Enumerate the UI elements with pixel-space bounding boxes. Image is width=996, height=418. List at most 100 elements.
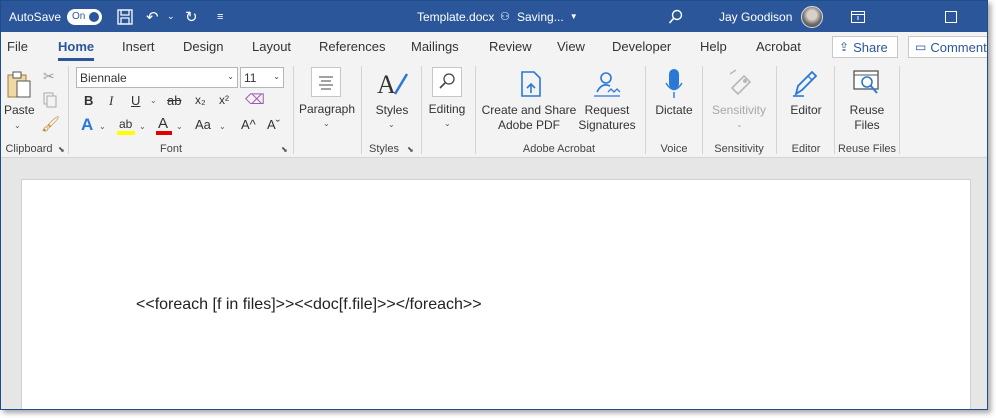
comments-label: Comments <box>930 39 988 55</box>
ribbon-tabs: File Home Insert Design Layout Reference… <box>1 32 987 62</box>
change-case-button[interactable]: Aa <box>195 117 211 132</box>
grow-font-button[interactable]: A^ <box>241 117 256 132</box>
tab-file[interactable]: File <box>7 39 28 54</box>
customize-toolbar-icon[interactable]: ≡ <box>217 1 223 32</box>
tab-references[interactable]: References <box>319 39 385 54</box>
tab-view[interactable]: View <box>557 39 585 54</box>
bold-button[interactable]: B <box>84 93 93 108</box>
divider <box>776 66 777 154</box>
tab-developer[interactable]: Developer <box>612 39 671 54</box>
tab-design[interactable]: Design <box>183 39 223 54</box>
svg-text:A: A <box>377 70 396 98</box>
change-case-dropdown-icon[interactable]: ⌄ <box>219 122 226 131</box>
paste-dropdown-icon[interactable]: ⌄ <box>14 121 21 130</box>
ribbon-display-icon[interactable] <box>851 1 865 32</box>
tab-review[interactable]: Review <box>489 39 532 54</box>
acrobat-group-label: Adobe Acrobat <box>522 143 596 155</box>
text-effects-button[interactable]: A <box>81 115 93 135</box>
status-dropdown-icon[interactable]: ▼ <box>570 12 578 21</box>
shrink-font-button[interactable]: Aˇ <box>267 117 280 132</box>
editing-icon[interactable] <box>432 67 462 97</box>
font-name-dropdown-icon[interactable]: ⌄ <box>227 72 234 81</box>
microphone-icon[interactable] <box>662 68 686 103</box>
request-signatures-line1[interactable]: Request <box>576 103 638 118</box>
save-status: Saving... <box>517 9 564 24</box>
font-name-value: Biennale <box>80 70 127 85</box>
underline-dropdown-icon[interactable]: ⌄ <box>150 96 157 105</box>
font-size-dropdown-icon[interactable]: ⌄ <box>273 72 280 81</box>
share-icon: ⇪ <box>839 40 850 54</box>
font-size-value: 11 <box>244 70 257 85</box>
editor-label[interactable]: Editor <box>781 103 831 118</box>
document-body-text[interactable]: <<foreach [f in files]>><<doc[f.file]>><… <box>136 296 482 314</box>
save-icon[interactable] <box>116 1 134 32</box>
styles-dropdown-icon[interactable]: ⌄ <box>388 120 395 129</box>
clipboard-launcher-icon[interactable]: ⬊ <box>58 145 65 154</box>
font-launcher-icon[interactable]: ⬊ <box>281 145 288 154</box>
avatar[interactable] <box>801 5 823 28</box>
tab-help[interactable]: Help <box>700 39 727 54</box>
document-title[interactable]: Template.docx <box>417 1 494 32</box>
document-page[interactable]: <<foreach [f in files]>><<doc[f.file]>><… <box>21 179 971 409</box>
redo-icon[interactable]: ↻ <box>185 1 198 32</box>
create-pdf-icon[interactable] <box>517 70 545 101</box>
highlight-button[interactable]: ab <box>119 117 132 131</box>
cut-icon[interactable]: ✂ <box>43 68 55 85</box>
clear-formatting-icon[interactable]: ⌫ <box>245 91 265 108</box>
share-button[interactable]: ⇪ Share <box>832 36 898 58</box>
request-signatures-line2[interactable]: Signatures <box>576 118 638 133</box>
highlight-color-swatch <box>117 131 135 135</box>
editing-label[interactable]: Editing <box>422 102 472 117</box>
undo-icon[interactable]: ↶ <box>146 1 159 32</box>
autosave-toggle[interactable]: On <box>67 8 102 25</box>
reuse-files-icon[interactable] <box>851 68 883 101</box>
underline-button[interactable]: U <box>131 93 140 108</box>
editor-icon[interactable] <box>790 68 820 101</box>
subscript-button[interactable]: x₂ <box>195 93 206 107</box>
copy-icon[interactable] <box>42 92 58 111</box>
tab-acrobat[interactable]: Acrobat <box>756 39 801 54</box>
styles-icon[interactable]: A <box>375 68 409 101</box>
create-share-label-line2[interactable]: Adobe PDF <box>479 118 579 133</box>
request-signatures-icon[interactable] <box>590 70 624 101</box>
search-icon[interactable] <box>668 1 684 32</box>
reuse-files-line1[interactable]: Reuse <box>839 103 895 118</box>
tab-layout[interactable]: Layout <box>252 39 291 54</box>
styles-label[interactable]: Styles <box>367 103 417 118</box>
text-effects-dropdown-icon[interactable]: ⌄ <box>99 122 106 131</box>
format-painter-icon[interactable]: 🖌 <box>41 115 60 133</box>
paste-label[interactable]: Paste <box>4 103 35 118</box>
sensitivity-label: Sensitivity <box>711 103 767 117</box>
font-group-label: Font <box>159 143 182 155</box>
font-color-button[interactable]: A <box>158 115 168 132</box>
divider <box>293 66 294 154</box>
user-name[interactable]: Jay Goodison <box>719 1 792 32</box>
editing-dropdown-icon[interactable]: ⌄ <box>444 119 451 128</box>
create-share-label-line1[interactable]: Create and Share <box>479 103 579 118</box>
paragraph-dropdown-icon[interactable]: ⌄ <box>323 119 330 128</box>
italic-button[interactable]: I <box>109 93 113 109</box>
voice-group-label: Voice <box>660 143 688 155</box>
undo-dropdown-icon[interactable]: ⌄ <box>167 1 175 32</box>
superscript-button[interactable]: x² <box>219 93 229 107</box>
divider <box>68 66 69 154</box>
strikethrough-button[interactable]: ab <box>167 93 181 108</box>
comments-button[interactable]: ▭ Comments <box>908 36 988 58</box>
tab-home[interactable]: Home <box>58 39 94 54</box>
clipboard-group-label: Clipboard <box>5 143 53 155</box>
styles-launcher-icon[interactable]: ⬊ <box>407 145 414 154</box>
tab-mailings[interactable]: Mailings <box>411 39 459 54</box>
styles-group-label: Styles <box>369 143 399 155</box>
font-color-swatch <box>156 131 172 135</box>
paste-icon[interactable] <box>5 70 33 103</box>
font-name-field[interactable]: Biennale ⌄ <box>76 67 238 88</box>
font-color-dropdown-icon[interactable]: ⌄ <box>176 122 183 131</box>
font-size-field[interactable]: 11 ⌄ <box>240 67 284 88</box>
paragraph-label[interactable]: Paragraph <box>297 102 357 117</box>
reuse-files-line2[interactable]: Files <box>839 118 895 133</box>
tab-insert[interactable]: Insert <box>122 39 155 54</box>
highlight-dropdown-icon[interactable]: ⌄ <box>139 122 146 131</box>
dictate-label[interactable]: Dictate <box>649 103 699 118</box>
paragraph-icon[interactable] <box>311 67 341 97</box>
maximize-icon[interactable] <box>945 1 957 32</box>
